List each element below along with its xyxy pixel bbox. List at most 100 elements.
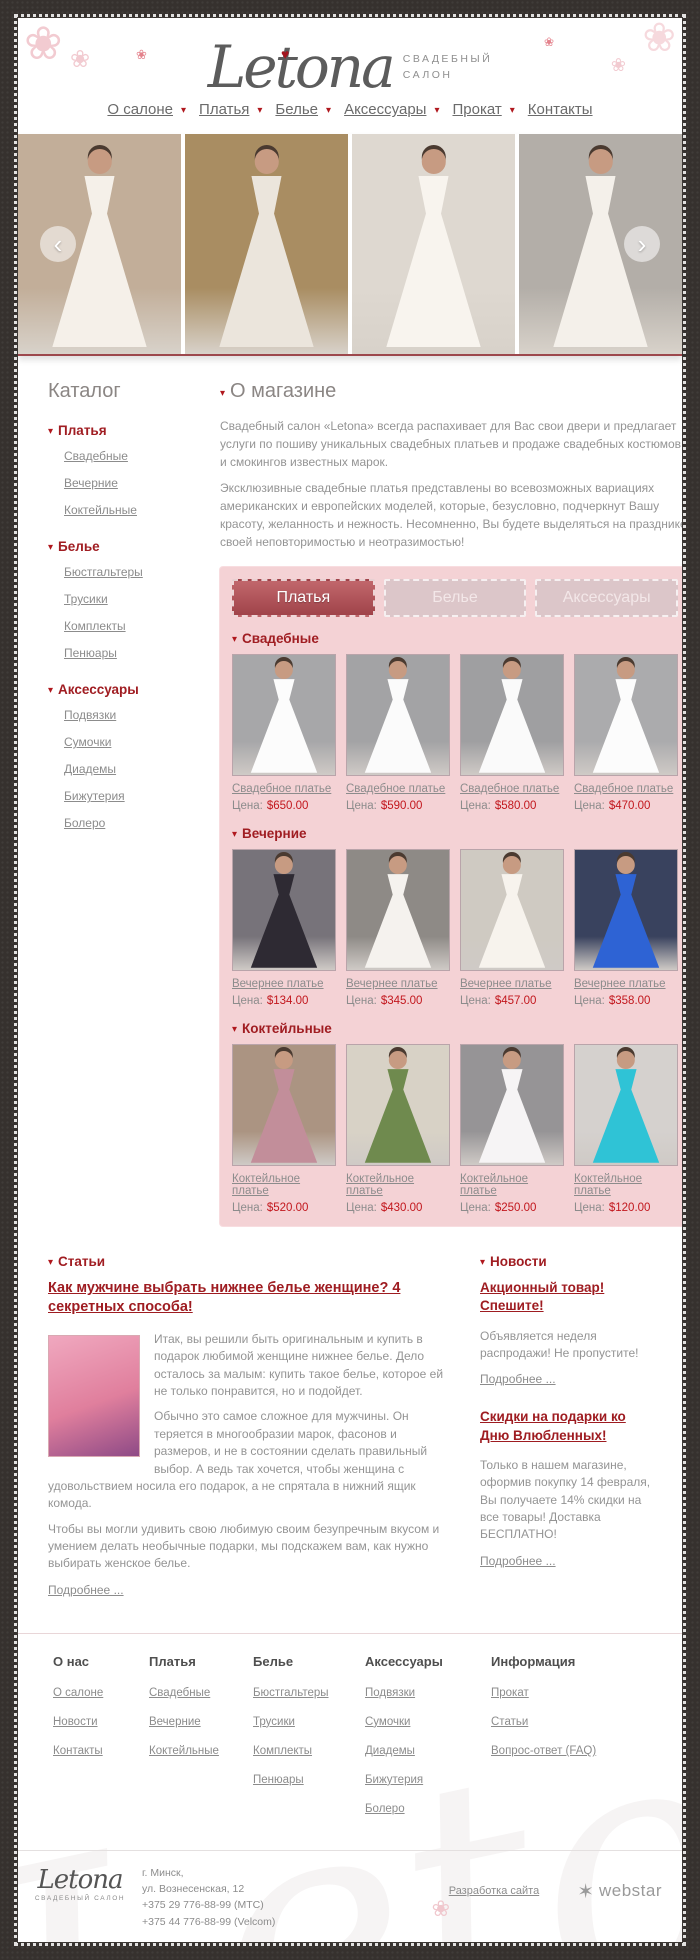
nav-link-5[interactable]: Контакты [528,101,593,118]
nav-link-3[interactable]: Аксессуары [344,101,426,118]
footer-column-title: О нас [53,1653,90,1669]
news-more-link[interactable]: Подробнее ... [480,1554,556,1568]
footer-link-1-2[interactable]: Коктейльные [149,1745,219,1757]
product-photo-2-0[interactable] [232,1044,336,1167]
bride-figure [233,850,335,970]
tab-0[interactable]: Платья [232,579,375,618]
footer-link-item: Свадебные [149,1683,243,1701]
price-value: $345.00 [380,995,423,1008]
product-photo-1-0[interactable] [232,849,336,972]
product-name-link[interactable]: Вечернее платье [460,978,564,990]
sidebar-link-1-1[interactable]: Трусики [64,592,108,606]
product-name-link[interactable]: Свадебное платье [232,783,336,795]
product-photo-0-2[interactable] [460,654,564,777]
product-photo-2-2[interactable] [460,1044,564,1167]
product-photo-2-3[interactable] [574,1044,678,1167]
product-name-link[interactable]: Вечернее платье [232,978,336,990]
product-photo-1-1[interactable] [346,849,450,972]
product-photo-1-3[interactable] [574,849,678,972]
news-title-link[interactable]: Акционный товар! Спешите! [480,1279,652,1315]
nav-link-4[interactable]: Прокат [452,101,501,118]
slider-prev-button[interactable]: ‹ [40,226,76,263]
nav-link-0[interactable]: О салоне [107,101,173,118]
footer-link-list: О салоне Новости Контакты [53,1683,139,1759]
footer-link-4-0[interactable]: Прокат [491,1687,529,1699]
product-price: Цена: $250.00 [460,1202,564,1214]
article-thumbnail[interactable] [48,1334,140,1457]
footer-link-0-0[interactable]: О салоне [53,1687,103,1699]
product-photo-0-0[interactable] [232,654,336,777]
footer-link-4-2[interactable]: Вопрос-ответ (FAQ) [491,1745,596,1757]
about-paragraph-1: Эксклюзивные свадебные платья представле… [220,481,682,550]
product-price: Цена: $120.00 [574,1202,678,1214]
footer-link-2-0[interactable]: Бюстгальтеры [253,1687,329,1699]
footer-link-3-1[interactable]: Сумочки [365,1716,410,1728]
footer-link-1-0[interactable]: Свадебные [149,1687,210,1699]
footer-link-2-3[interactable]: Пенюары [253,1774,304,1786]
product-name-link[interactable]: Вечернее платье [346,978,450,990]
figure-gown [250,874,318,968]
footer-link-1-1[interactable]: Вечерние [149,1716,201,1728]
chevron-left-icon: ‹ [53,229,63,260]
sidebar-link-0-0[interactable]: Свадебные [64,449,128,463]
product-name-link[interactable]: Коктейльное платье [574,1173,678,1197]
sidebar-link-2-4[interactable]: Болеро [64,816,105,830]
article-more-link[interactable]: Подробнее ... [48,1583,124,1597]
product-photo-2-1[interactable] [346,1044,450,1167]
sidebar-link-1-3[interactable]: Пенюары [64,646,117,660]
footer-link-0-1[interactable]: Новости [53,1716,98,1728]
logo[interactable]: ♥ Letona СВАДЕБНЫЙ САЛОН [185,33,515,101]
nav-link-1[interactable]: Платья [199,101,249,118]
nav-link-2[interactable]: Белье [275,101,318,118]
chevron-right-icon: › [637,229,647,260]
footer-link-3-2[interactable]: Диадемы [365,1745,415,1757]
product-section-title: ▾ Коктейльные [232,1021,678,1036]
footer-link-3-4[interactable]: Болеро [365,1803,405,1815]
sidebar-link-1-0[interactable]: Бюстгальтеры [64,565,143,579]
footer-logo[interactable]: Letona свадебный салон [32,1865,128,1902]
footer-link-3-3[interactable]: Бижутерия [365,1774,423,1786]
product-name-link[interactable]: Коктейльное платье [232,1173,336,1197]
figure-gown [364,874,432,968]
sidebar-link-0-1[interactable]: Вечерние [64,476,118,490]
sidebar-link-2-3[interactable]: Бижутерия [64,789,125,803]
sidebar-link-0-2[interactable]: Коктейльные [64,503,137,517]
product-photo-1-2[interactable] [460,849,564,972]
sidebar-link-2-0[interactable]: Подвязки [64,708,116,722]
slider-next-button[interactable]: › [624,226,660,263]
product-photo-0-1[interactable] [346,654,450,777]
news-title-link[interactable]: Скидки на подарки ко Дню Влюбленных! [480,1408,652,1444]
credits: Разработка сайта ✶ webstar [449,1879,668,1904]
footer-link-2-1[interactable]: Трусики [253,1716,295,1728]
footer-link-2-2[interactable]: Комплекты [253,1745,312,1757]
figure-gown [592,874,660,968]
product-price: Цена: $134.00 [232,995,336,1007]
sidebar-link-1-2[interactable]: Комплекты [64,619,126,633]
figure-head [388,1051,408,1070]
bullet-icon: ▾ [220,388,226,400]
product-card: Коктейльное платье Цена: $520.00 [232,1044,336,1214]
product-name-link[interactable]: Свадебное платье [574,783,678,795]
product-photo-0-3[interactable] [574,654,678,777]
footer-link-3-0[interactable]: Подвязки [365,1687,415,1699]
tab-2[interactable]: Аксессуары [535,579,679,618]
bride-figure [233,1045,335,1165]
footer-link-4-1[interactable]: Статьи [491,1716,528,1728]
sidebar-link-2-1[interactable]: Сумочки [64,735,111,749]
article-title-link[interactable]: Как мужчине выбрать нижнее белье женщине… [48,1279,450,1317]
sidebar-link-2-2[interactable]: Диадемы [64,762,116,776]
product-name-link[interactable]: Вечернее платье [574,978,678,990]
product-name-link[interactable]: Коктейльное платье [346,1173,450,1197]
developer-link[interactable]: Разработка сайта [449,1885,539,1897]
page: Letona ❀ ❀ ❀ ❀ ❀ ❀ ♥ Letona СВАДЕБНЫЙ СА… [14,14,686,1946]
product-name-link[interactable]: Свадебное платье [460,783,564,795]
webstar-logo[interactable]: ✶ webstar [577,1879,662,1904]
logo-text: Letona [207,33,396,101]
bullet-icon: ▾ [232,1024,238,1036]
footer-link-list: Прокат Статьи Вопрос-ответ (FAQ) [491,1683,596,1759]
tab-1[interactable]: Белье [383,579,527,618]
footer-link-0-2[interactable]: Контакты [53,1745,103,1757]
product-name-link[interactable]: Свадебное платье [346,783,450,795]
news-more-link[interactable]: Подробнее ... [480,1372,556,1386]
product-name-link[interactable]: Коктейльное платье [460,1173,564,1197]
